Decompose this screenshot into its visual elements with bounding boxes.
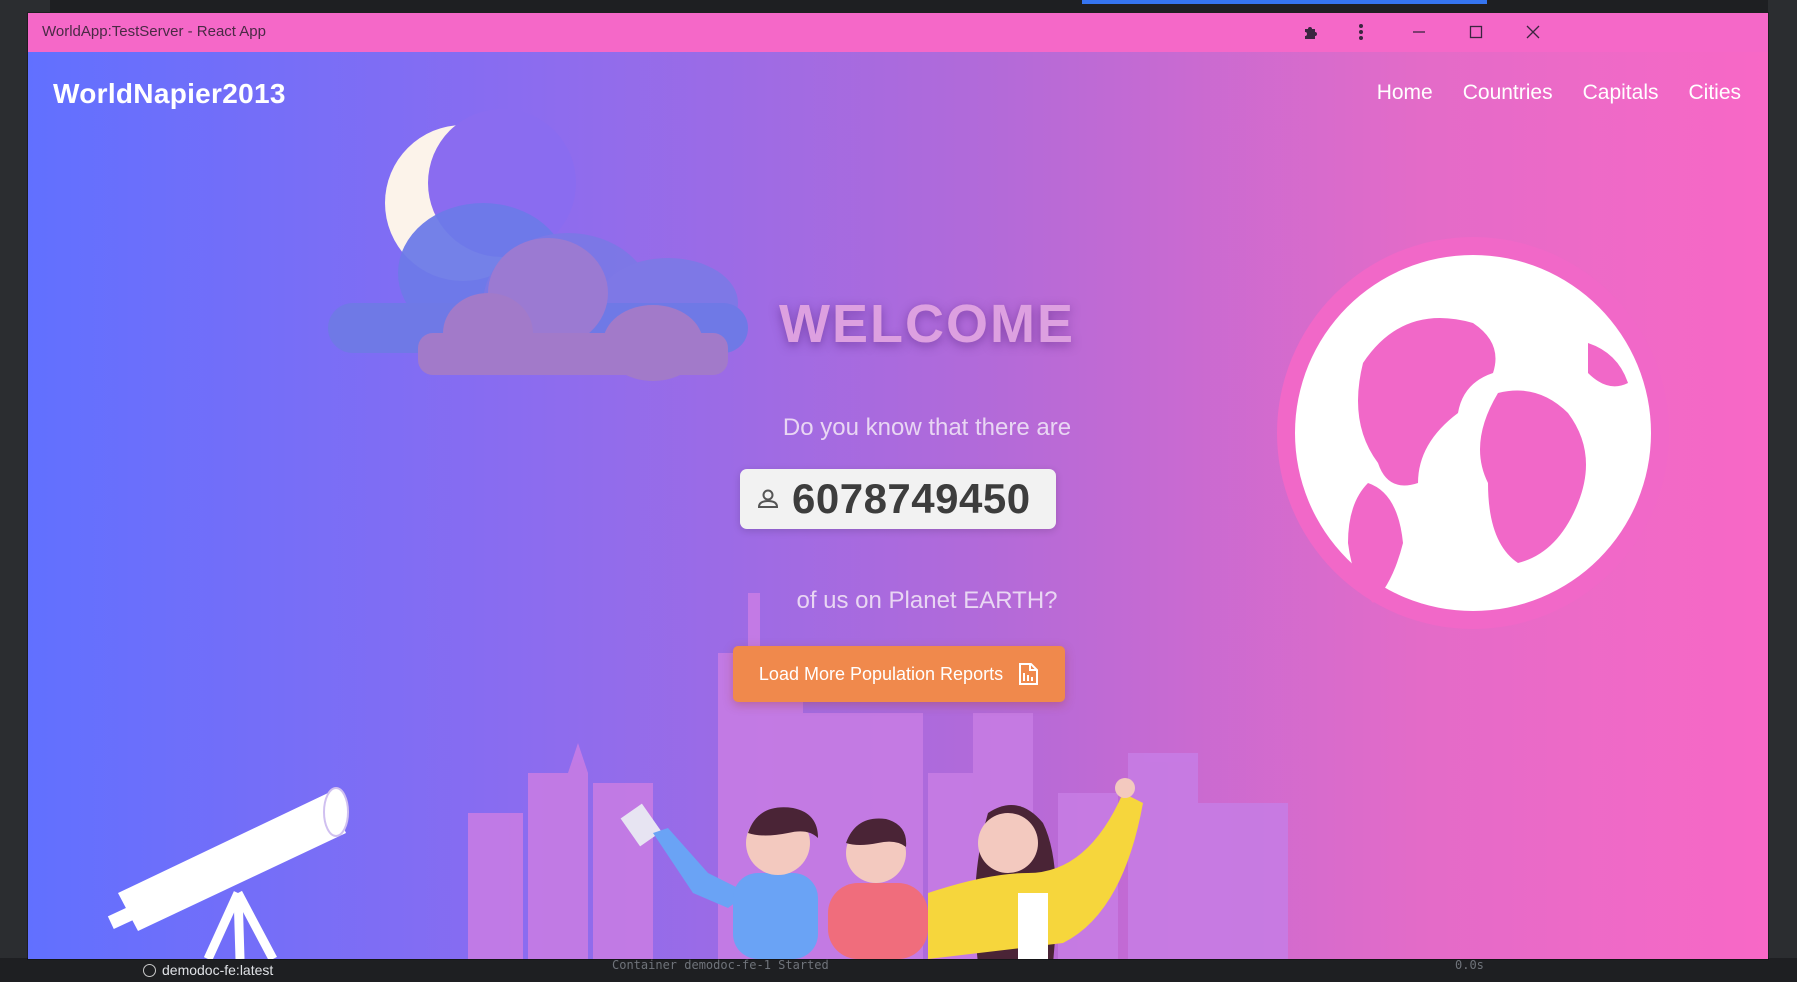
close-icon[interactable] (1522, 21, 1544, 43)
ide-container-item[interactable]: demodoc-fe:latest (143, 962, 273, 978)
brand-logo[interactable]: WorldNapier2013 (53, 78, 286, 110)
status-circle-icon (143, 963, 156, 977)
globe-icon (1277, 237, 1669, 629)
ide-container-label: demodoc-fe:latest (162, 962, 274, 978)
welcome-heading: WELCOME (779, 294, 1075, 354)
ide-bottom-panel: demodoc-fe:latest Container demodoc-fe-1… (0, 958, 1797, 982)
ide-log-line: Container demodoc-fe-1 Started (612, 958, 829, 972)
app-window: WorldApp:TestServer - React App WorldNap… (28, 13, 1768, 959)
planet-text: of us on Planet EARTH? (796, 587, 1058, 614)
question-text: Do you know that there are (782, 414, 1072, 441)
population-value: 6078749450 (792, 475, 1031, 522)
population-counter: 6078749450 (740, 469, 1056, 529)
puzzle-icon[interactable] (1300, 21, 1322, 43)
maximize-icon[interactable] (1465, 21, 1487, 43)
nav-links: Home Countries Capitals Cities (1377, 81, 1741, 105)
ide-right-panel (1768, 0, 1797, 982)
more-vertical-icon[interactable] (1350, 21, 1372, 43)
person-icon (757, 489, 779, 508)
load-reports-button[interactable]: Load More Population Reports (733, 646, 1065, 702)
navbar: WorldNapier2013 Home Countries Capitals … (28, 52, 1768, 112)
nav-link-home[interactable]: Home (1377, 81, 1433, 105)
document-icon (1019, 663, 1039, 685)
window-title: WorldApp:TestServer - React App (42, 23, 266, 40)
minimize-icon[interactable] (1408, 21, 1430, 43)
ide-active-tab-indicator (1082, 0, 1487, 4)
telescope-icon (107, 787, 349, 959)
window-titlebar[interactable]: WorldApp:TestServer - React App (28, 13, 1768, 52)
nav-link-countries[interactable]: Countries (1463, 81, 1553, 105)
ide-log-time: 0.0s (1455, 958, 1484, 972)
nav-link-cities[interactable]: Cities (1688, 81, 1741, 105)
nav-link-capitals[interactable]: Capitals (1583, 81, 1659, 105)
ide-top-bar (0, 0, 1797, 12)
load-reports-label: Load More Population Reports (758, 663, 1004, 684)
